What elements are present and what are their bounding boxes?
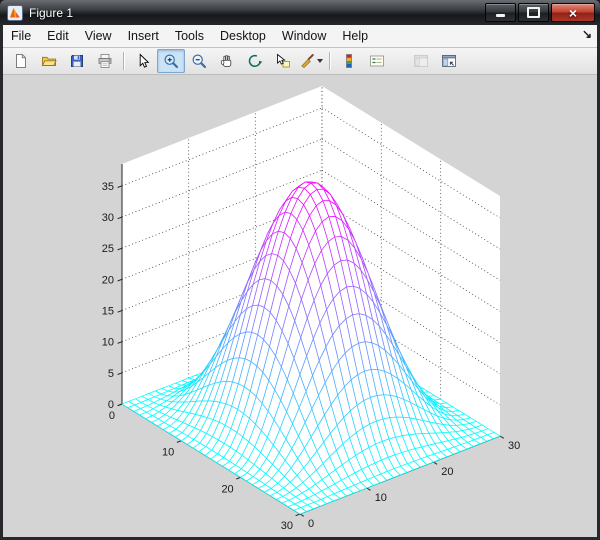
show-plot-tools-dock-button[interactable] [435,49,463,73]
svg-text:30: 30 [281,520,293,532]
new-doc-icon [13,53,29,69]
titlebar[interactable]: Figure 1 × [0,0,600,25]
open-file-button[interactable] [35,49,63,73]
svg-text:10: 10 [162,447,174,459]
brush-data-button[interactable] [297,49,325,73]
plot-svg: 0 10 20 30 0 10 20 30 0 5 10 15 20 25 30 35 [3,75,597,537]
insert-colorbar-button[interactable] [335,49,363,73]
close-button[interactable]: × [551,3,595,22]
window-controls: × [483,3,595,22]
matlab-figure-icon [7,5,23,21]
menu-item-help[interactable]: Help [334,26,376,46]
window-title: Figure 1 [29,6,483,20]
svg-text:30: 30 [102,212,114,224]
svg-text:5: 5 [108,368,114,380]
menu-item-desktop[interactable]: Desktop [212,26,274,46]
dropdown-caret-icon[interactable] [317,59,323,63]
open-folder-icon [41,53,57,69]
edit-plot-button[interactable] [129,49,157,73]
svg-text:15: 15 [102,306,114,318]
menu-item-file[interactable]: File [3,26,39,46]
svg-text:25: 25 [102,243,114,255]
rotate-3d-button[interactable] [241,49,269,73]
data-cursor-button[interactable] [269,49,297,73]
zoom-out-button[interactable] [185,49,213,73]
maximize-button[interactable] [518,3,549,22]
zoom-out-icon [191,53,207,69]
svg-text:20: 20 [441,466,453,478]
new-figure-button[interactable] [7,49,35,73]
close-icon: × [569,6,577,20]
menu-item-insert[interactable]: Insert [120,26,167,46]
figure-canvas[interactable]: 0 10 20 30 0 10 20 30 0 5 10 15 20 25 30 35 [3,75,597,537]
svg-text:20: 20 [221,483,233,495]
menu-item-edit[interactable]: Edit [39,26,77,46]
maximize-icon [527,7,540,18]
menu-item-view[interactable]: View [77,26,120,46]
rotate-3d-icon [247,53,263,69]
minimize-icon [496,14,505,17]
print-figure-button[interactable] [91,49,119,73]
plot-tools-icon [413,53,429,69]
svg-text:20: 20 [102,274,114,286]
svg-text:0: 0 [308,518,314,530]
toolbar-separator [123,52,125,70]
dock-figure-arrow[interactable]: ↘ [582,27,592,41]
hand-icon [219,53,235,69]
menu-item-window[interactable]: Window [274,26,334,46]
toolbar [3,48,597,75]
save-icon [69,53,85,69]
svg-text:0: 0 [108,399,114,411]
zoom-in-button[interactable] [157,49,185,73]
insert-legend-button[interactable] [363,49,391,73]
hide-plot-tools-button [407,49,435,73]
zoom-in-icon [163,53,179,69]
figure-window: Figure 1 × FileEditViewInsertToolsDeskto… [0,0,600,540]
svg-text:35: 35 [102,181,114,193]
svg-text:10: 10 [375,492,387,504]
brush-icon [299,53,315,69]
menu-items: FileEditViewInsertToolsDesktopWindowHelp [3,26,376,46]
menu-bar: FileEditViewInsertToolsDesktopWindowHelp… [3,25,597,48]
svg-text:30: 30 [508,440,520,452]
legend-icon [369,53,385,69]
colorbar-icon [341,53,357,69]
svg-text:0: 0 [109,410,115,422]
toolbar-separator [329,52,331,70]
menu-item-tools[interactable]: Tools [167,26,212,46]
minimize-button[interactable] [485,3,516,22]
cursor-icon [135,53,151,69]
data-cursor-icon [275,53,291,69]
save-figure-button[interactable] [63,49,91,73]
print-icon [97,53,113,69]
svg-text:10: 10 [102,337,114,349]
dock-icon [441,53,457,69]
pan-button[interactable] [213,49,241,73]
